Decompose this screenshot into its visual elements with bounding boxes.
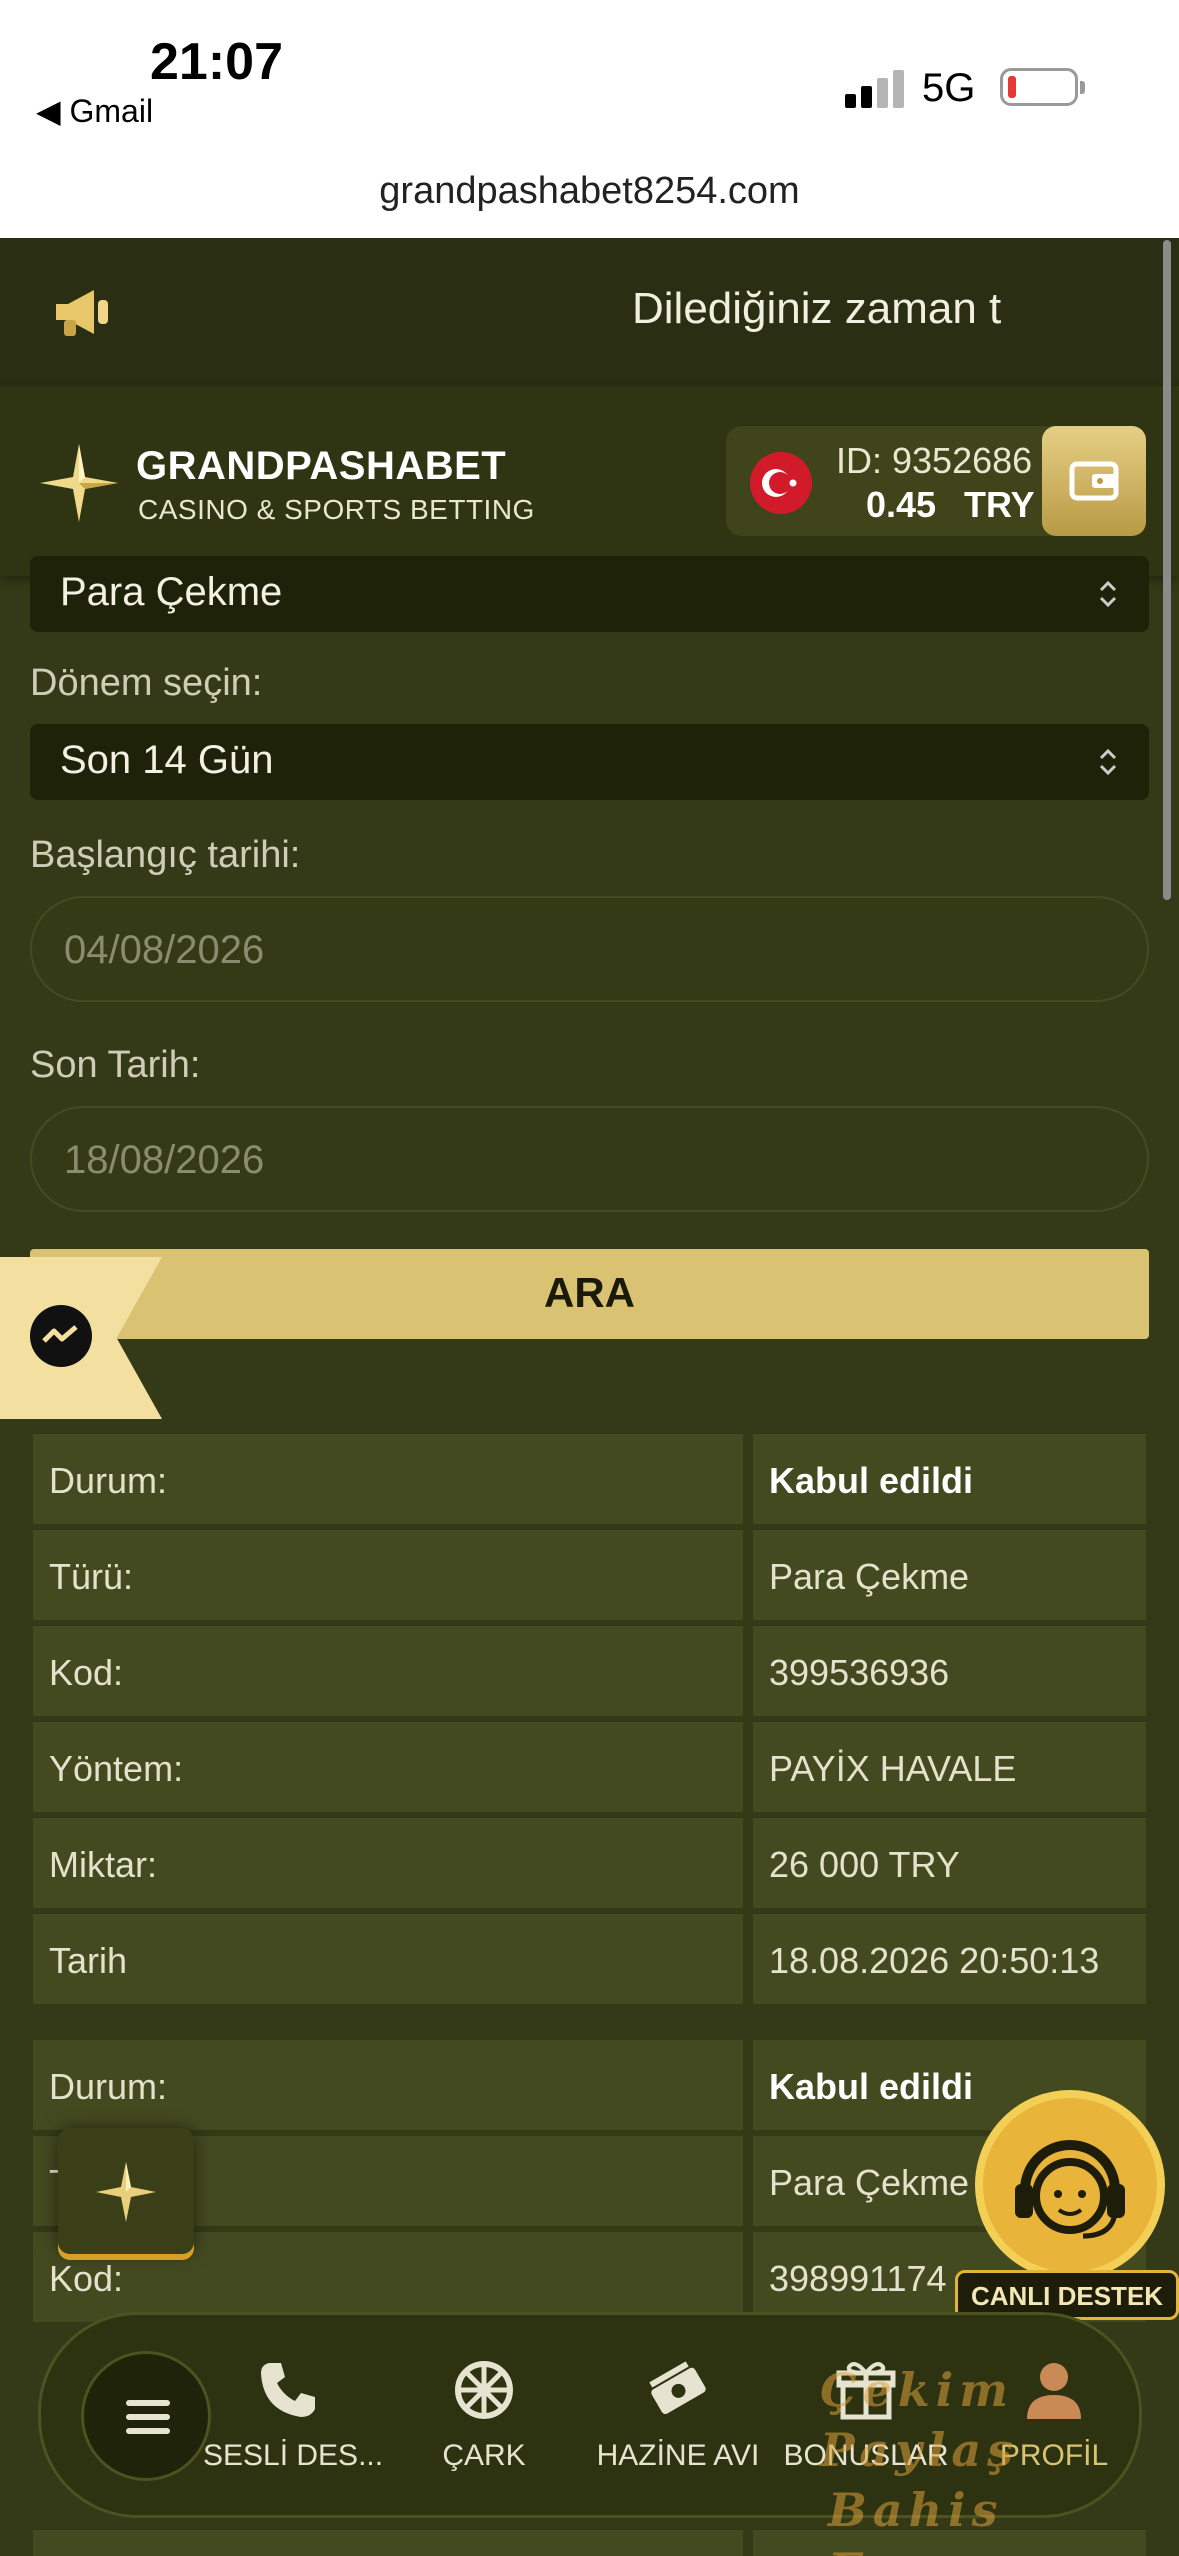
status-value: Kabul edildi [769,2066,974,2107]
back-to-app-link[interactable]: ◀ Gmail [36,92,153,130]
end-date-field[interactable]: 18/08/2026 [30,1106,1149,1212]
wheel-icon [455,2361,513,2419]
logo-star-icon [96,2162,156,2222]
end-date-label: Son Tarih: [30,1044,201,1086]
status-time: 21:07 [150,33,283,91]
page-scrollbar[interactable] [1163,240,1171,900]
period-label: Dönem seçin: [30,662,263,704]
end-date-value: 18/08/2026 [64,1138,265,1182]
nav-item-treasure-hunt[interactable]: HAZİNE AVI [593,2355,763,2473]
nav-item-voice-support[interactable]: SESLİ DES... [203,2355,384,2473]
table-row: Kod: 399536936 [33,1626,1146,1722]
account-id: ID: 9352686 [836,440,1033,481]
site-header: GRANDPASHABET CASINO & SPORTS BETTING ID… [0,386,1179,576]
url-text: grandpashabet8254.com [379,170,800,212]
row-key: Türü: [49,1556,134,1597]
transaction-type-value: Para Çekme [60,570,283,614]
table-row: Türü: Para Çekme [33,1530,1146,1626]
row-key: Durum: [49,2066,168,2107]
account-balance: 0.45 [866,484,937,525]
status-value: Kabul edildi [769,1460,974,1501]
megaphone-icon [56,290,108,336]
wallet-button[interactable] [1042,426,1146,536]
brand-name[interactable]: GRANDPASHABET [136,444,506,489]
transaction-table: Durum: Kabul edildi Türü: Para Çekme Kod… [33,1434,1146,2010]
announcement-text: Dilediğiniz zaman t [632,284,1002,333]
network-type: 5G [922,66,976,110]
messenger-icon [30,1305,92,1367]
row-key: Kod: [49,1652,124,1693]
support-agent-icon [975,2090,1165,2280]
turkey-flag-icon [750,452,812,514]
row-value: 18.08.2026 20:50:13 [769,1940,1100,1981]
search-button[interactable]: ARA [30,1249,1149,1339]
table-row: Durum: Kabul edildi [33,1434,1146,1530]
brand-tagline: CASINO & SPORTS BETTING [138,494,535,525]
row-value: 398991174 [769,2258,947,2299]
live-support-button[interactable]: CANLI DESTEK [955,2090,1179,2320]
row-value: 399536936 [769,1652,950,1693]
nav-item-label: SESLİ DES... [203,2439,384,2472]
account-panel[interactable]: ID: 9352686 0.45 TRY [726,426,1146,536]
signal-icon [845,68,905,108]
table-row: Miktar: 26 000 TRY [33,1818,1146,1914]
watermark-logo: Çekim Paylaş Bahis Forum [820,2363,1020,2556]
row-key: Miktar: [49,1844,157,1885]
search-button-label: ARA [544,1269,635,1316]
table-row: Yöntem: PAYİX HAVALE [33,1722,1146,1818]
period-select[interactable]: Son 14 Gün [30,724,1149,800]
period-value: Son 14 Gün [60,738,274,782]
nav-item-label: ÇARK [442,2439,526,2472]
start-date-field[interactable]: 04/08/2026 [30,896,1149,1002]
row-key: Tarih [49,1940,128,1981]
start-date-label: Başlangıç tarihi: [30,834,301,876]
table-row: Tarih 18.08.2026 20:50:13 [33,1914,1146,2010]
select-chevron-icon [1099,580,1117,608]
select-chevron-icon [1099,748,1117,776]
row-key: Yöntem: [49,1748,184,1789]
battery-icon [1000,68,1085,106]
treasure-icon [649,2361,706,2415]
transaction-type-select[interactable]: Para Çekme [30,556,1149,632]
menu-button[interactable] [81,2351,211,2481]
logo-star-icon[interactable] [38,442,120,524]
row-value: Para Çekme [769,2162,970,2203]
url-bar[interactable]: grandpashabet8254.com [0,170,1179,238]
row-key: Kod: [49,2258,124,2299]
floating-logo-button[interactable] [58,2128,194,2254]
account-currency: TRY [964,484,1035,525]
row-value: PAYİX HAVALE [769,1748,1017,1789]
announcement-bar: Dilediğiniz zaman t [0,238,1179,386]
start-date-value: 04/08/2026 [64,928,265,972]
status-bar: 21:07 ◀ Gmail 5G [0,0,1179,170]
phone-icon [261,2363,315,2417]
row-value: 26 000 TRY [769,1844,960,1885]
nav-item-label: HAZİNE AVI [596,2439,760,2472]
row-key: Durum: [49,1460,168,1501]
wallet-icon [1069,461,1119,501]
row-value: Para Çekme [769,1556,970,1597]
live-support-label: CANLI DESTEK [970,2281,1164,2311]
nav-item-wheel[interactable]: ÇARK [399,2355,569,2473]
